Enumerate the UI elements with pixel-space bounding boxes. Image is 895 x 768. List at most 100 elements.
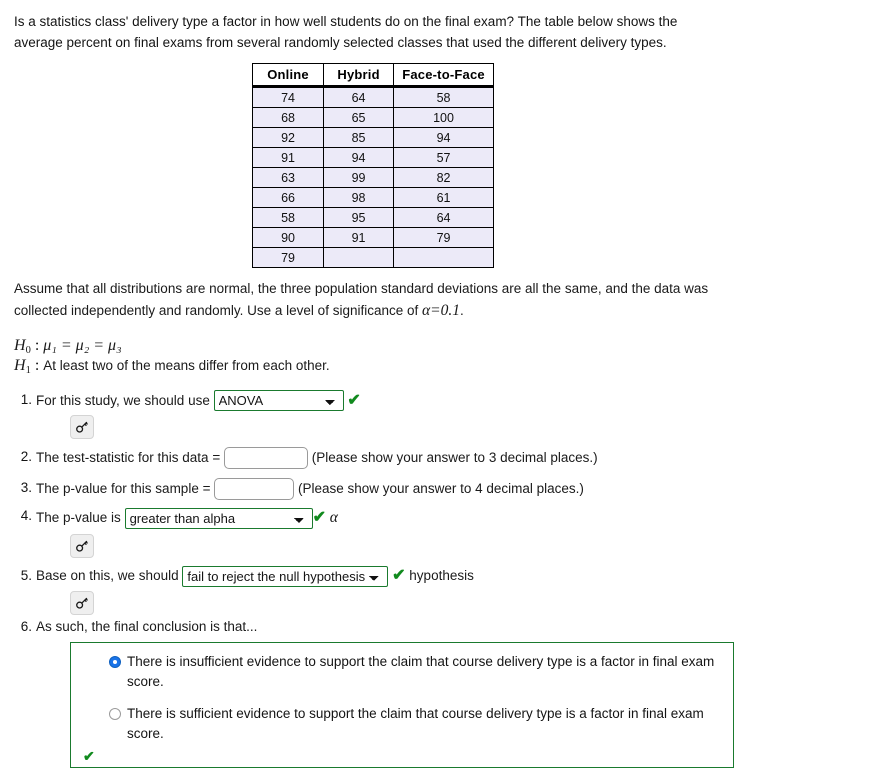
question-5: 5. Base on this, we should fail to rejec… [14, 565, 881, 617]
table-row: 63 99 82 [251, 167, 494, 189]
conclusion-options-box: There is insufficient evidence to suppor… [70, 641, 734, 768]
cell-face-to-face [393, 247, 494, 269]
column-header-hybrid: Hybrid [323, 63, 395, 89]
question-6-number: 6. [20, 618, 32, 634]
cell-hybrid: 91 [323, 227, 395, 249]
cell-face-to-face: 64 [393, 207, 494, 229]
alpha-symbol: α [422, 302, 431, 320]
question-3-note: (Please show your answer to 4 decimal pl… [298, 481, 584, 497]
question-3-number: 3. [20, 480, 32, 496]
column-header-face-to-face: Face-to-Face [393, 63, 494, 89]
question-6-label: As such, the final conclusion is that... [36, 618, 258, 634]
question-3-row: The p-value for this sample = (Please sh… [36, 478, 881, 501]
assumption-paragraph: Assume that all distributions are normal… [14, 279, 714, 323]
cell-hybrid: 65 [323, 107, 395, 129]
question-4-alpha-symbol: α [329, 509, 338, 527]
cell-online: 74 [251, 86, 325, 109]
h0-symbol: H [14, 336, 26, 354]
question-6-check-icon: ✔ [83, 748, 95, 765]
assumption-period: . [459, 303, 464, 319]
cell-online: 92 [251, 127, 325, 149]
cell-online: 68 [251, 107, 325, 129]
cell-face-to-face: 94 [393, 127, 494, 149]
table-row: 66 98 61 [251, 187, 494, 209]
radio-insufficient-evidence[interactable] [109, 655, 121, 668]
h1-body: At least two of the means differ from ea… [43, 358, 330, 373]
question-3-label: The p-value for this sample = [36, 481, 211, 497]
question-5-hint-row [36, 587, 881, 617]
question-1: 1. For this study, we should use ANOVA ✔ [14, 390, 881, 441]
key-icon[interactable] [70, 590, 94, 615]
question-5-label: Base on this, we should [36, 568, 179, 584]
cell-hybrid: 99 [323, 167, 395, 189]
cell-face-to-face: 61 [393, 187, 494, 209]
table-row: 58 95 64 [251, 207, 494, 229]
table-row: 91 94 57 [251, 147, 494, 169]
test-statistic-input[interactable] [223, 447, 308, 470]
question-1-row: For this study, we should use ANOVA ✔ [36, 390, 881, 412]
question-4-number: 4. [20, 508, 32, 524]
assumption-text: Assume that all distributions are normal… [14, 281, 709, 319]
cell-hybrid [323, 247, 395, 269]
cell-hybrid: 85 [323, 127, 395, 149]
question-5-check-icon: ✔ [392, 567, 406, 585]
alpha-equals: = [430, 302, 441, 320]
question-1-check-icon: ✔ [347, 391, 361, 409]
data-table-container: Online Hybrid Face-to-Face 74 64 58 68 6… [251, 63, 494, 269]
question-4-row: The p-value is greater than alpha ✔ α [36, 506, 881, 529]
cell-online: 58 [251, 207, 325, 229]
null-hypothesis-line: H0 : μ₁ = μ₂ = μ₃ [14, 336, 881, 356]
problem-page: Is a statistics class' delivery type a f… [0, 0, 895, 768]
key-icon[interactable] [70, 533, 94, 558]
question-5-row: Base on this, we should fail to reject t… [36, 565, 881, 587]
key-icon[interactable] [70, 415, 94, 440]
column-header-online: Online [251, 63, 325, 89]
h1-colon: : [30, 357, 44, 374]
hypotheses-block: H0 : μ₁ = μ₂ = μ₃ H1 : At least two of t… [14, 336, 881, 377]
h0-body: μ₁ = μ₂ = μ₃ [43, 336, 122, 354]
problem-intro-text: Is a statistics class' delivery type a f… [14, 14, 678, 50]
question-2: 2. The test-statistic for this data = (P… [14, 447, 881, 470]
conclusion-option-2[interactable]: There is sufficient evidence to support … [81, 704, 723, 743]
table-row: 74 64 58 [251, 86, 494, 109]
cell-hybrid: 98 [323, 187, 395, 209]
h0-colon: : [30, 336, 44, 354]
cell-online: 63 [251, 167, 325, 189]
p-value-input[interactable] [214, 478, 295, 501]
question-4: 4. The p-value is greater than alpha ✔ α [14, 506, 881, 559]
question-2-note: (Please show your answer to 3 decimal pl… [311, 450, 598, 466]
cell-face-to-face: 57 [393, 147, 494, 169]
question-1-label: For this study, we should use [36, 392, 210, 408]
h1-subscript: 1 [25, 365, 31, 376]
table-row: 79 [251, 247, 494, 269]
p-value-comparison-select[interactable]: greater than alpha [124, 507, 313, 529]
cell-online: 79 [251, 247, 325, 269]
delivery-type-data-table: Online Hybrid Face-to-Face 74 64 58 68 6… [251, 63, 494, 269]
decision-select[interactable]: fail to reject the null hypothesis [182, 565, 389, 587]
question-6: 6. As such, the final conclusion is that… [14, 617, 881, 768]
alternative-hypothesis-line: H1 : At least two of the means differ fr… [14, 356, 881, 376]
question-2-number: 2. [20, 449, 32, 465]
radio-sufficient-evidence[interactable] [109, 708, 121, 721]
question-1-number: 1. [20, 392, 32, 408]
question-1-hint-row [36, 411, 881, 441]
table-row: 90 91 79 [251, 227, 494, 249]
question-5-trailing-text: hypothesis [409, 568, 474, 584]
cell-hybrid: 94 [323, 147, 395, 169]
question-3: 3. The p-value for this sample = (Please… [14, 478, 881, 501]
question-4-label: The p-value is [36, 509, 121, 525]
cell-online: 90 [251, 227, 325, 249]
question-4-hint-row [36, 530, 881, 560]
h0-subscript: 0 [25, 344, 31, 356]
conclusion-option-2-text: There is sufficient evidence to support … [127, 706, 704, 741]
alpha-value: 0.1 [440, 302, 460, 320]
h1-symbol: H [14, 357, 26, 374]
question-list: 1. For this study, we should use ANOVA ✔ [14, 390, 881, 768]
conclusion-option-1[interactable]: There is insufficient evidence to suppor… [81, 652, 723, 691]
question-4-check-icon: ✔ [312, 509, 326, 527]
conclusion-option-1-text: There is insufficient evidence to suppor… [127, 653, 715, 689]
table-header-row: Online Hybrid Face-to-Face [251, 63, 494, 89]
cell-face-to-face: 100 [393, 107, 494, 129]
test-type-select[interactable]: ANOVA [213, 390, 344, 412]
cell-face-to-face: 79 [393, 227, 494, 249]
